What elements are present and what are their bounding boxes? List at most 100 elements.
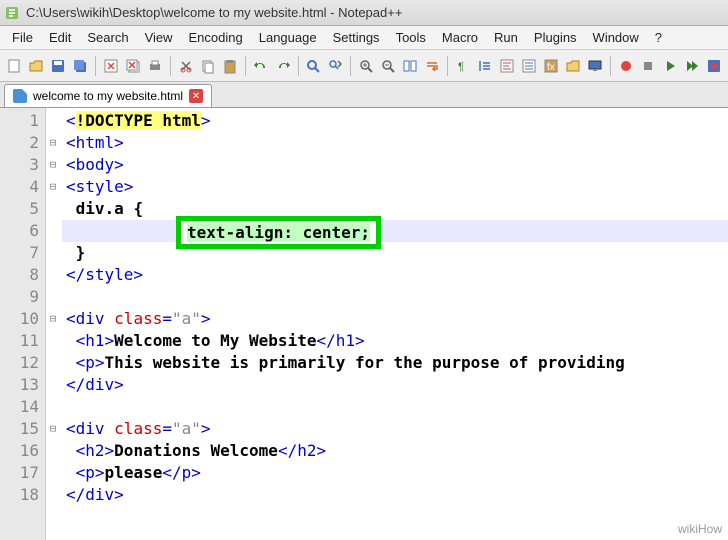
code-line[interactable]: div.a { <box>62 198 728 220</box>
line-number: 2 <box>0 132 45 154</box>
indent-guide-icon[interactable] <box>475 55 495 77</box>
line-number: 17 <box>0 462 45 484</box>
replace-icon[interactable] <box>325 55 345 77</box>
menu-run[interactable]: Run <box>486 27 526 48</box>
copy-icon[interactable] <box>198 55 218 77</box>
fold-icon[interactable]: ⊟ <box>46 308 60 330</box>
code-line[interactable]: </style> <box>62 264 728 286</box>
fold-icon[interactable]: ⊟ <box>46 176 60 198</box>
fold-icon[interactable]: ⊟ <box>46 418 60 440</box>
tab-close-icon[interactable]: ✕ <box>189 89 203 103</box>
paste-icon[interactable] <box>220 55 240 77</box>
menu-plugins[interactable]: Plugins <box>526 27 585 48</box>
code-line[interactable]: <h2>Donations Welcome</h2> <box>62 440 728 462</box>
close-icon[interactable] <box>101 55 121 77</box>
line-number: 13 <box>0 374 45 396</box>
code-line[interactable]: <p>This website is primarily for the pur… <box>62 352 728 374</box>
menu-search[interactable]: Search <box>79 27 136 48</box>
menu-macro[interactable]: Macro <box>434 27 486 48</box>
code-line[interactable] <box>62 220 728 242</box>
line-number: 9 <box>0 286 45 308</box>
fold-icon[interactable]: ⊟ <box>46 154 60 176</box>
separator <box>95 56 96 76</box>
line-number: 11 <box>0 330 45 352</box>
play-multi-icon[interactable] <box>682 55 702 77</box>
record-macro-icon[interactable] <box>616 55 636 77</box>
app-icon <box>4 5 20 21</box>
code-line[interactable]: ⊟<body> <box>62 154 728 176</box>
window-title: C:\Users\wikih\Desktop\welcome to my web… <box>26 5 402 20</box>
save-macro-icon[interactable] <box>704 55 724 77</box>
monitor-icon[interactable] <box>585 55 605 77</box>
save-all-icon[interactable] <box>70 55 90 77</box>
code-line[interactable]: <h1>Welcome to My Website</h1> <box>62 330 728 352</box>
tab-bar: welcome to my website.html ✕ <box>0 82 728 108</box>
line-number: 7 <box>0 242 45 264</box>
code-line[interactable]: ⊟<html> <box>62 132 728 154</box>
line-number: 15 <box>0 418 45 440</box>
code-area[interactable]: <!DOCTYPE html>⊟<html>⊟<body>⊟<style> di… <box>46 108 728 540</box>
code-line[interactable]: ⊟<div class="a"> <box>62 308 728 330</box>
open-file-icon[interactable] <box>26 55 46 77</box>
code-line[interactable]: </div> <box>62 484 728 506</box>
menu-settings[interactable]: Settings <box>325 27 388 48</box>
redo-icon[interactable] <box>273 55 293 77</box>
watermark: wikiHow <box>678 522 722 536</box>
menu-bar: File Edit Search View Encoding Language … <box>0 26 728 50</box>
highlight-text: text-align: center; <box>187 223 370 242</box>
line-number: 1 <box>0 110 45 132</box>
toolbar: ¶ fx <box>0 50 728 82</box>
sync-scroll-icon[interactable] <box>400 55 420 77</box>
play-macro-icon[interactable] <box>660 55 680 77</box>
undo-icon[interactable] <box>251 55 271 77</box>
line-number: 14 <box>0 396 45 418</box>
fold-icon[interactable]: ⊟ <box>46 132 60 154</box>
menu-language[interactable]: Language <box>251 27 325 48</box>
file-icon <box>13 89 27 103</box>
editor-area[interactable]: 123456789101112131415161718 <!DOCTYPE ht… <box>0 108 728 540</box>
code-line[interactable]: } <box>62 242 728 264</box>
save-icon[interactable] <box>48 55 68 77</box>
menu-tools[interactable]: Tools <box>388 27 434 48</box>
doc-list-icon[interactable] <box>519 55 539 77</box>
code-line[interactable]: ⊟<style> <box>62 176 728 198</box>
code-line[interactable] <box>62 286 728 308</box>
code-line[interactable]: <!DOCTYPE html> <box>62 110 728 132</box>
zoom-in-icon[interactable] <box>356 55 376 77</box>
menu-edit[interactable]: Edit <box>41 27 79 48</box>
show-chars-icon[interactable]: ¶ <box>453 55 473 77</box>
doc-map-icon[interactable] <box>497 55 517 77</box>
menu-view[interactable]: View <box>137 27 181 48</box>
svg-text:fx: fx <box>547 62 555 73</box>
zoom-out-icon[interactable] <box>378 55 398 77</box>
tab-filename: welcome to my website.html <box>33 89 183 103</box>
line-number: 8 <box>0 264 45 286</box>
highlight-overlay: text-align: center; <box>176 216 381 249</box>
close-all-icon[interactable] <box>123 55 143 77</box>
separator <box>610 56 611 76</box>
stop-macro-icon[interactable] <box>638 55 658 77</box>
find-icon[interactable] <box>303 55 323 77</box>
line-number: 16 <box>0 440 45 462</box>
line-number: 4 <box>0 176 45 198</box>
code-line[interactable]: <p>please</p> <box>62 462 728 484</box>
menu-window[interactable]: Window <box>585 27 647 48</box>
file-tab[interactable]: welcome to my website.html ✕ <box>4 84 212 107</box>
print-icon[interactable] <box>145 55 165 77</box>
function-list-icon[interactable]: fx <box>541 55 561 77</box>
menu-encoding[interactable]: Encoding <box>181 27 251 48</box>
separator <box>350 56 351 76</box>
wordwrap-icon[interactable] <box>422 55 442 77</box>
menu-help[interactable]: ? <box>647 27 670 48</box>
code-line[interactable]: </div> <box>62 374 728 396</box>
new-file-icon[interactable] <box>4 55 24 77</box>
separator <box>447 56 448 76</box>
code-line[interactable] <box>62 396 728 418</box>
folder-icon[interactable] <box>563 55 583 77</box>
window-titlebar: C:\Users\wikih\Desktop\welcome to my web… <box>0 0 728 26</box>
cut-icon[interactable] <box>176 55 196 77</box>
code-line[interactable]: ⊟<div class="a"> <box>62 418 728 440</box>
menu-file[interactable]: File <box>4 27 41 48</box>
svg-text:¶: ¶ <box>458 61 464 73</box>
line-number: 12 <box>0 352 45 374</box>
